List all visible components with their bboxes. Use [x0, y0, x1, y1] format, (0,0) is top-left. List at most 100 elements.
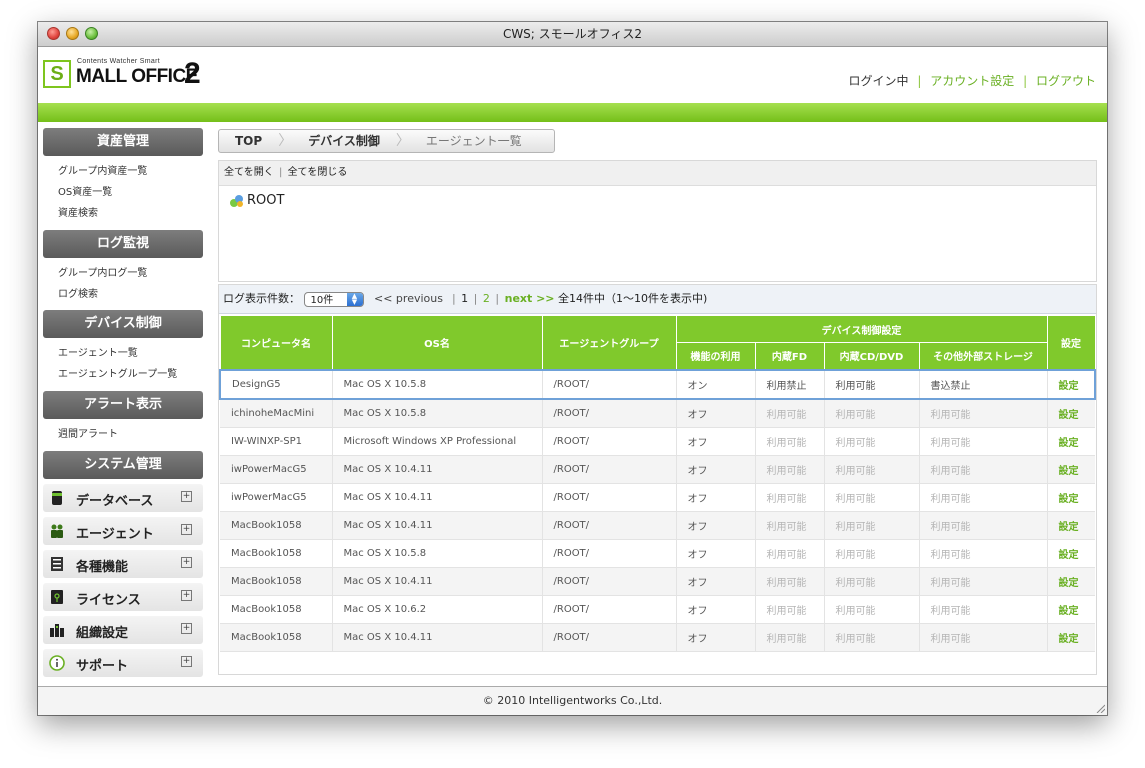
settings-link[interactable]: 設定: [1047, 539, 1095, 568]
header-internal-fd[interactable]: 内蔵FD: [754, 342, 825, 370]
cell-agent-group: /ROOT/: [542, 368, 677, 400]
tree-toolbar: 全てを開く | 全てを閉じる: [219, 161, 1096, 186]
sidebar-link-os-assets[interactable]: OS資産一覧: [43, 182, 203, 203]
sidebar-link-weekly-alerts[interactable]: 週間アラート: [43, 424, 203, 445]
cell-computer-name: MacBook1058: [220, 511, 333, 540]
table-row[interactable]: MacBook1058 Mac OS X 10.6.2/ROOT/オフ 利用可能 利用…: [220, 595, 1095, 624]
accordion-label: サポート: [76, 659, 129, 674]
expand-all-link[interactable]: 全てを開く: [224, 167, 274, 178]
zoom-window-button[interactable]: [85, 27, 98, 40]
cell-os-name: Mac OS X 10.5.8: [332, 368, 543, 400]
cell-external-storage: 利用可能: [919, 427, 1048, 456]
page-2-link[interactable]: 2: [483, 292, 490, 305]
expand-icon[interactable]: +: [181, 557, 192, 568]
expand-icon[interactable]: +: [181, 590, 192, 601]
window-title: CWS; スモールオフィス2: [502, 27, 643, 41]
list-icon: [51, 557, 63, 571]
settings-link[interactable]: 設定: [1047, 595, 1095, 624]
header-computer-name[interactable]: コンピュータ名: [219, 315, 333, 370]
accordion-organization[interactable]: 組織設定 +: [43, 616, 203, 644]
cell-internal-cd: 利用可能: [824, 398, 920, 428]
sidebar-link-asset-search[interactable]: 資産検索: [43, 203, 203, 224]
settings-link[interactable]: 設定: [1047, 511, 1095, 540]
cell-os-name: Mac OS X 10.5.8: [332, 539, 543, 568]
per-page-select[interactable]: 10件 ▲ ▼: [303, 291, 364, 307]
sidebar-link-log-search[interactable]: ログ検索: [43, 284, 203, 305]
breadcrumb-device-control[interactable]: デバイス制御: [292, 130, 396, 152]
header-internal-cd[interactable]: 内蔵CD/DVD: [823, 342, 920, 370]
footer: © 2010 Intelligentworks Co.,Ltd.: [38, 686, 1107, 715]
agent-table: コンピュータ名 OS名 エージェントグループ デバイス制御設定 設定 機能の利用…: [219, 315, 1096, 652]
table-row[interactable]: MacBook1058 Mac OS X 10.4.11/ROOT/オフ 利用可能利…: [220, 511, 1095, 540]
collapse-all-link[interactable]: 全てを閉じる: [288, 167, 348, 178]
header-os-name[interactable]: OS名: [331, 315, 543, 370]
tree-node-root[interactable]: ROOT: [229, 193, 284, 208]
expand-icon[interactable]: +: [181, 623, 192, 634]
sidebar-link-group-assets[interactable]: グループ内資産一覧: [43, 161, 203, 182]
cell-external-storage: 利用可能: [919, 623, 1048, 652]
minimize-window-button[interactable]: [66, 27, 79, 40]
expand-icon[interactable]: +: [181, 524, 192, 535]
cell-internal-fd: 利用可能: [755, 427, 825, 456]
cell-external-storage: 利用可能: [919, 455, 1048, 484]
next-link[interactable]: next >>: [505, 292, 555, 305]
table-row[interactable]: ichinoheMacMini Mac OS X 10.5.8/ROOT/オフ 利用…: [220, 398, 1095, 428]
settings-link[interactable]: 設定: [1047, 427, 1095, 456]
sidebar-link-agent-list[interactable]: エージェント一覧: [43, 343, 203, 364]
cell-computer-name: MacBook1058: [220, 539, 333, 568]
account-settings-link[interactable]: アカウント設定: [930, 74, 1014, 88]
breadcrumb-top[interactable]: TOP: [219, 130, 278, 152]
cell-agent-group: /ROOT/: [542, 483, 677, 512]
table-body: DesignG5 Mac OS X 10.5.8/ROOT/オン 利用禁止 利用可能書…: [219, 368, 1096, 652]
cell-function-usage: オフ: [676, 483, 756, 512]
accordion-agent[interactable]: エージェント +: [43, 517, 203, 545]
table-row[interactable]: MacBook1058 Mac OS X 10.4.11/ROOT/オフ 利用可能利…: [220, 623, 1095, 652]
expand-icon[interactable]: +: [181, 656, 192, 667]
accordion-functions[interactable]: 各種機能 +: [43, 550, 203, 578]
sidebar-link-agent-group-list[interactable]: エージェントグループ一覧: [43, 364, 203, 385]
table-row[interactable]: iwPowerMacG5 Mac OS X 10.4.11/ROOT/オフ 利用可能…: [220, 455, 1095, 484]
sidebar-link-group-logs[interactable]: グループ内ログ一覧: [43, 263, 203, 284]
cell-computer-name: MacBook1058: [220, 567, 333, 596]
accordion-database[interactable]: データベース +: [43, 484, 203, 512]
settings-link[interactable]: 設定: [1047, 623, 1095, 652]
table-row[interactable]: MacBook1058 Mac OS X 10.5.8/ROOT/オフ 利用可能 利用…: [220, 539, 1095, 568]
separator: |: [473, 292, 478, 305]
breadcrumb-current: エージェント一覧: [425, 134, 522, 148]
header-green-bar: [38, 103, 1107, 122]
settings-link[interactable]: 設定: [1047, 368, 1096, 400]
table-row[interactable]: MacBook1058 Mac OS X 10.4.11/ROOT/オフ 利用可能利…: [220, 567, 1095, 596]
cell-os-name: Mac OS X 10.4.11: [332, 483, 543, 512]
page-1: 1: [461, 292, 469, 305]
cell-internal-fd: 利用可能: [755, 539, 825, 568]
logout-link[interactable]: ログアウト: [1036, 74, 1096, 88]
table-row[interactable]: DesignG5 Mac OS X 10.5.8/ROOT/オン 利用禁止 利用可能書…: [219, 368, 1096, 400]
cell-computer-name: ichinoheMacMini: [220, 398, 333, 428]
expand-icon[interactable]: +: [181, 491, 192, 502]
cell-internal-fd: 利用可能: [755, 595, 825, 624]
agent-list-panel: ログ表示件数： 10件 ▲ ▼ << previous | 1 | 2 | nex…: [218, 284, 1097, 675]
cell-agent-group: /ROOT/: [542, 455, 677, 484]
settings-link[interactable]: 設定: [1047, 455, 1095, 484]
header-agent-group[interactable]: エージェントグループ: [541, 315, 677, 370]
cell-function-usage: オン: [676, 368, 756, 400]
accordion-label: 各種機能: [76, 560, 129, 575]
cell-internal-fd: 利用可能: [755, 567, 825, 596]
header-function-usage[interactable]: 機能の利用: [675, 342, 756, 370]
accordion-license[interactable]: ライセンス +: [43, 583, 203, 611]
header-external-storage[interactable]: その他外部ストレージ: [918, 342, 1048, 370]
settings-link[interactable]: 設定: [1047, 398, 1095, 428]
cell-agent-group: /ROOT/: [542, 595, 677, 624]
cell-internal-cd: 利用可能: [824, 427, 920, 456]
close-window-button[interactable]: [47, 27, 60, 40]
cell-internal-fd: 利用可能: [755, 511, 825, 540]
cell-os-name: Mac OS X 10.4.11: [332, 567, 543, 596]
accordion-support[interactable]: サポート +: [43, 649, 203, 677]
table-row[interactable]: IW-WINXP-SP1 Microsoft Windows XP Profess…: [220, 427, 1095, 456]
resize-grip-icon[interactable]: [1095, 703, 1105, 713]
settings-link[interactable]: 設定: [1047, 567, 1095, 596]
table-row[interactable]: iwPowerMacG5 Mac OS X 10.4.11/ROOT/オフ 利用可能…: [220, 483, 1095, 512]
sidebar: 資産管理 グループ内資産一覧 OS資産一覧 資産検索 ログ監視 グループ内ログ一…: [43, 128, 203, 682]
settings-link[interactable]: 設定: [1047, 483, 1095, 512]
cell-internal-fd: 利用可能: [755, 623, 825, 652]
